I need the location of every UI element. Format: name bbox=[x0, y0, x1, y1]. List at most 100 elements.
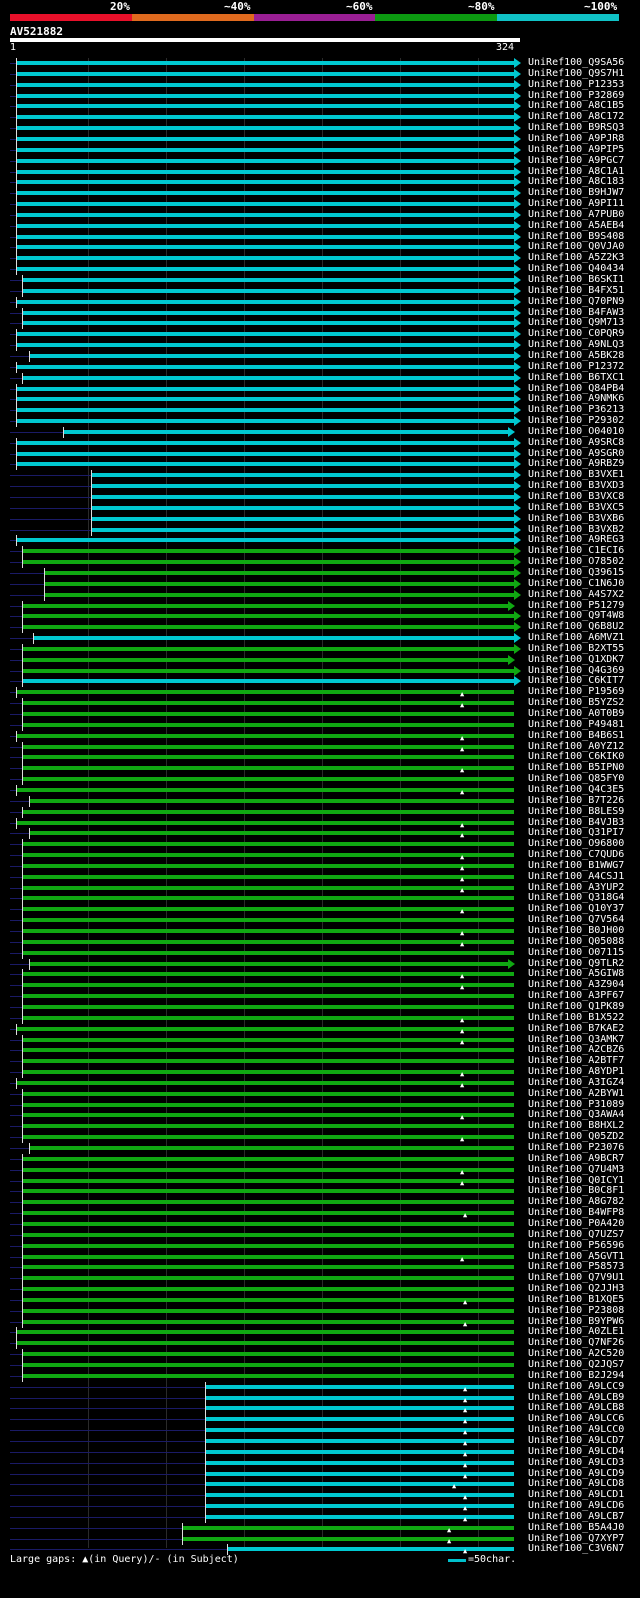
hit-bar[interactable] bbox=[22, 1373, 514, 1378]
hit-bar[interactable] bbox=[29, 353, 514, 358]
hit-bar[interactable] bbox=[16, 690, 514, 695]
hit-bar[interactable] bbox=[22, 1352, 514, 1357]
hit-bar[interactable] bbox=[22, 1221, 514, 1226]
hit-bar[interactable] bbox=[16, 223, 514, 228]
hit-bar[interactable] bbox=[91, 516, 514, 521]
hit-bar[interactable] bbox=[22, 288, 514, 293]
hit-bar[interactable] bbox=[91, 473, 514, 478]
hit-bar[interactable] bbox=[22, 777, 514, 782]
hit-bar[interactable] bbox=[22, 1363, 514, 1367]
hit-bar[interactable] bbox=[22, 1189, 514, 1194]
hit-bar[interactable] bbox=[22, 1297, 514, 1302]
hit-bar[interactable] bbox=[16, 147, 514, 152]
hit-bar[interactable] bbox=[22, 929, 514, 933]
hit-bar[interactable] bbox=[22, 560, 514, 565]
hit-bar[interactable] bbox=[205, 1384, 514, 1389]
hit-bar[interactable] bbox=[16, 234, 514, 239]
hit-bar[interactable] bbox=[16, 256, 514, 261]
hit-bar[interactable] bbox=[16, 419, 514, 424]
hit-bar[interactable] bbox=[22, 1178, 514, 1183]
hit-bar[interactable] bbox=[44, 592, 514, 597]
hit-bar[interactable] bbox=[16, 299, 514, 304]
hit-bar[interactable] bbox=[22, 874, 514, 879]
hit-bar[interactable] bbox=[22, 1156, 514, 1161]
hit-bar[interactable] bbox=[22, 1319, 514, 1324]
hit-bar[interactable] bbox=[29, 831, 514, 836]
hit-bar[interactable] bbox=[22, 972, 514, 977]
hit-bar[interactable] bbox=[91, 505, 514, 510]
hit-bar[interactable] bbox=[22, 657, 508, 662]
hit-label[interactable]: UniRef100_C3V6N7 bbox=[528, 1543, 624, 1555]
hit-bar[interactable] bbox=[22, 712, 514, 716]
hit-bar[interactable] bbox=[16, 1080, 514, 1085]
hit-bar[interactable] bbox=[22, 863, 514, 868]
hit-bar[interactable] bbox=[22, 1124, 514, 1129]
hit-bar[interactable] bbox=[22, 701, 514, 706]
hit-bar[interactable] bbox=[22, 918, 514, 923]
hit-bar[interactable] bbox=[16, 440, 514, 445]
hit-bar[interactable] bbox=[16, 332, 514, 337]
hit-bar[interactable] bbox=[205, 1428, 514, 1433]
hit-bar[interactable] bbox=[22, 744, 514, 749]
hit-bar[interactable] bbox=[44, 581, 514, 586]
hit-bar[interactable] bbox=[16, 787, 514, 792]
hit-bar[interactable] bbox=[16, 202, 514, 207]
hit-bar[interactable] bbox=[205, 1406, 514, 1411]
hit-bar[interactable] bbox=[227, 1547, 514, 1552]
hit-bar[interactable] bbox=[22, 1070, 514, 1075]
hit-bar[interactable] bbox=[205, 1449, 514, 1454]
hit-bar[interactable] bbox=[16, 158, 514, 163]
hit-bar[interactable] bbox=[16, 180, 514, 185]
hit-bar[interactable] bbox=[205, 1417, 514, 1422]
hit-bar[interactable] bbox=[16, 191, 514, 196]
hit-bar[interactable] bbox=[29, 1146, 514, 1150]
hit-bar[interactable] bbox=[16, 386, 514, 391]
hit-bar[interactable] bbox=[182, 1525, 514, 1530]
hit-bar[interactable] bbox=[22, 1211, 514, 1216]
hit-bar[interactable] bbox=[205, 1482, 514, 1487]
hit-bar[interactable] bbox=[16, 212, 514, 217]
hit-bar[interactable] bbox=[16, 733, 514, 738]
hit-bar[interactable] bbox=[22, 375, 514, 380]
hit-bar[interactable] bbox=[22, 1015, 514, 1020]
hit-bar[interactable] bbox=[16, 126, 514, 131]
hit-bar[interactable] bbox=[16, 71, 514, 76]
hit-bar[interactable] bbox=[91, 527, 514, 532]
hit-bar[interactable] bbox=[205, 1514, 514, 1519]
hit-bar[interactable] bbox=[22, 1265, 514, 1270]
hit-bar[interactable] bbox=[22, 1113, 514, 1118]
hit-bar[interactable] bbox=[22, 1102, 514, 1107]
hit-bar[interactable] bbox=[16, 408, 514, 413]
hit-bar[interactable] bbox=[16, 364, 514, 369]
hit-bar[interactable] bbox=[22, 278, 514, 282]
hit-bar[interactable] bbox=[22, 646, 514, 651]
hit-bar[interactable] bbox=[22, 1091, 514, 1096]
hit-bar[interactable] bbox=[205, 1460, 514, 1465]
hit-bar[interactable] bbox=[16, 462, 514, 467]
hit-bar[interactable] bbox=[22, 1059, 514, 1064]
hit-bar[interactable] bbox=[22, 321, 514, 326]
hit-bar[interactable] bbox=[16, 82, 514, 87]
hit-bar[interactable] bbox=[22, 885, 514, 890]
hit-bar[interactable] bbox=[22, 755, 514, 760]
hit-bar[interactable] bbox=[205, 1438, 514, 1443]
hit-bar[interactable] bbox=[22, 1135, 514, 1140]
hit-bar[interactable] bbox=[33, 636, 514, 641]
hit-bar[interactable] bbox=[91, 495, 514, 499]
hit-bar[interactable] bbox=[44, 570, 514, 575]
hit-bar[interactable] bbox=[22, 842, 514, 847]
hit-bar[interactable] bbox=[22, 668, 514, 673]
hit-bar[interactable] bbox=[16, 451, 514, 456]
hit-bar[interactable] bbox=[22, 907, 514, 912]
hit-bar[interactable] bbox=[16, 397, 514, 402]
hit-bar[interactable] bbox=[22, 1232, 514, 1237]
hit-bar[interactable] bbox=[63, 429, 508, 434]
hit-bar[interactable] bbox=[22, 983, 514, 988]
hit-bar[interactable] bbox=[22, 1308, 514, 1313]
hit-bar[interactable] bbox=[22, 722, 514, 727]
hit-bar[interactable] bbox=[22, 1048, 514, 1053]
hit-bar[interactable] bbox=[16, 820, 514, 825]
hit-bar[interactable] bbox=[16, 1341, 514, 1346]
hit-bar[interactable] bbox=[29, 961, 508, 966]
hit-bar[interactable] bbox=[16, 61, 514, 65]
